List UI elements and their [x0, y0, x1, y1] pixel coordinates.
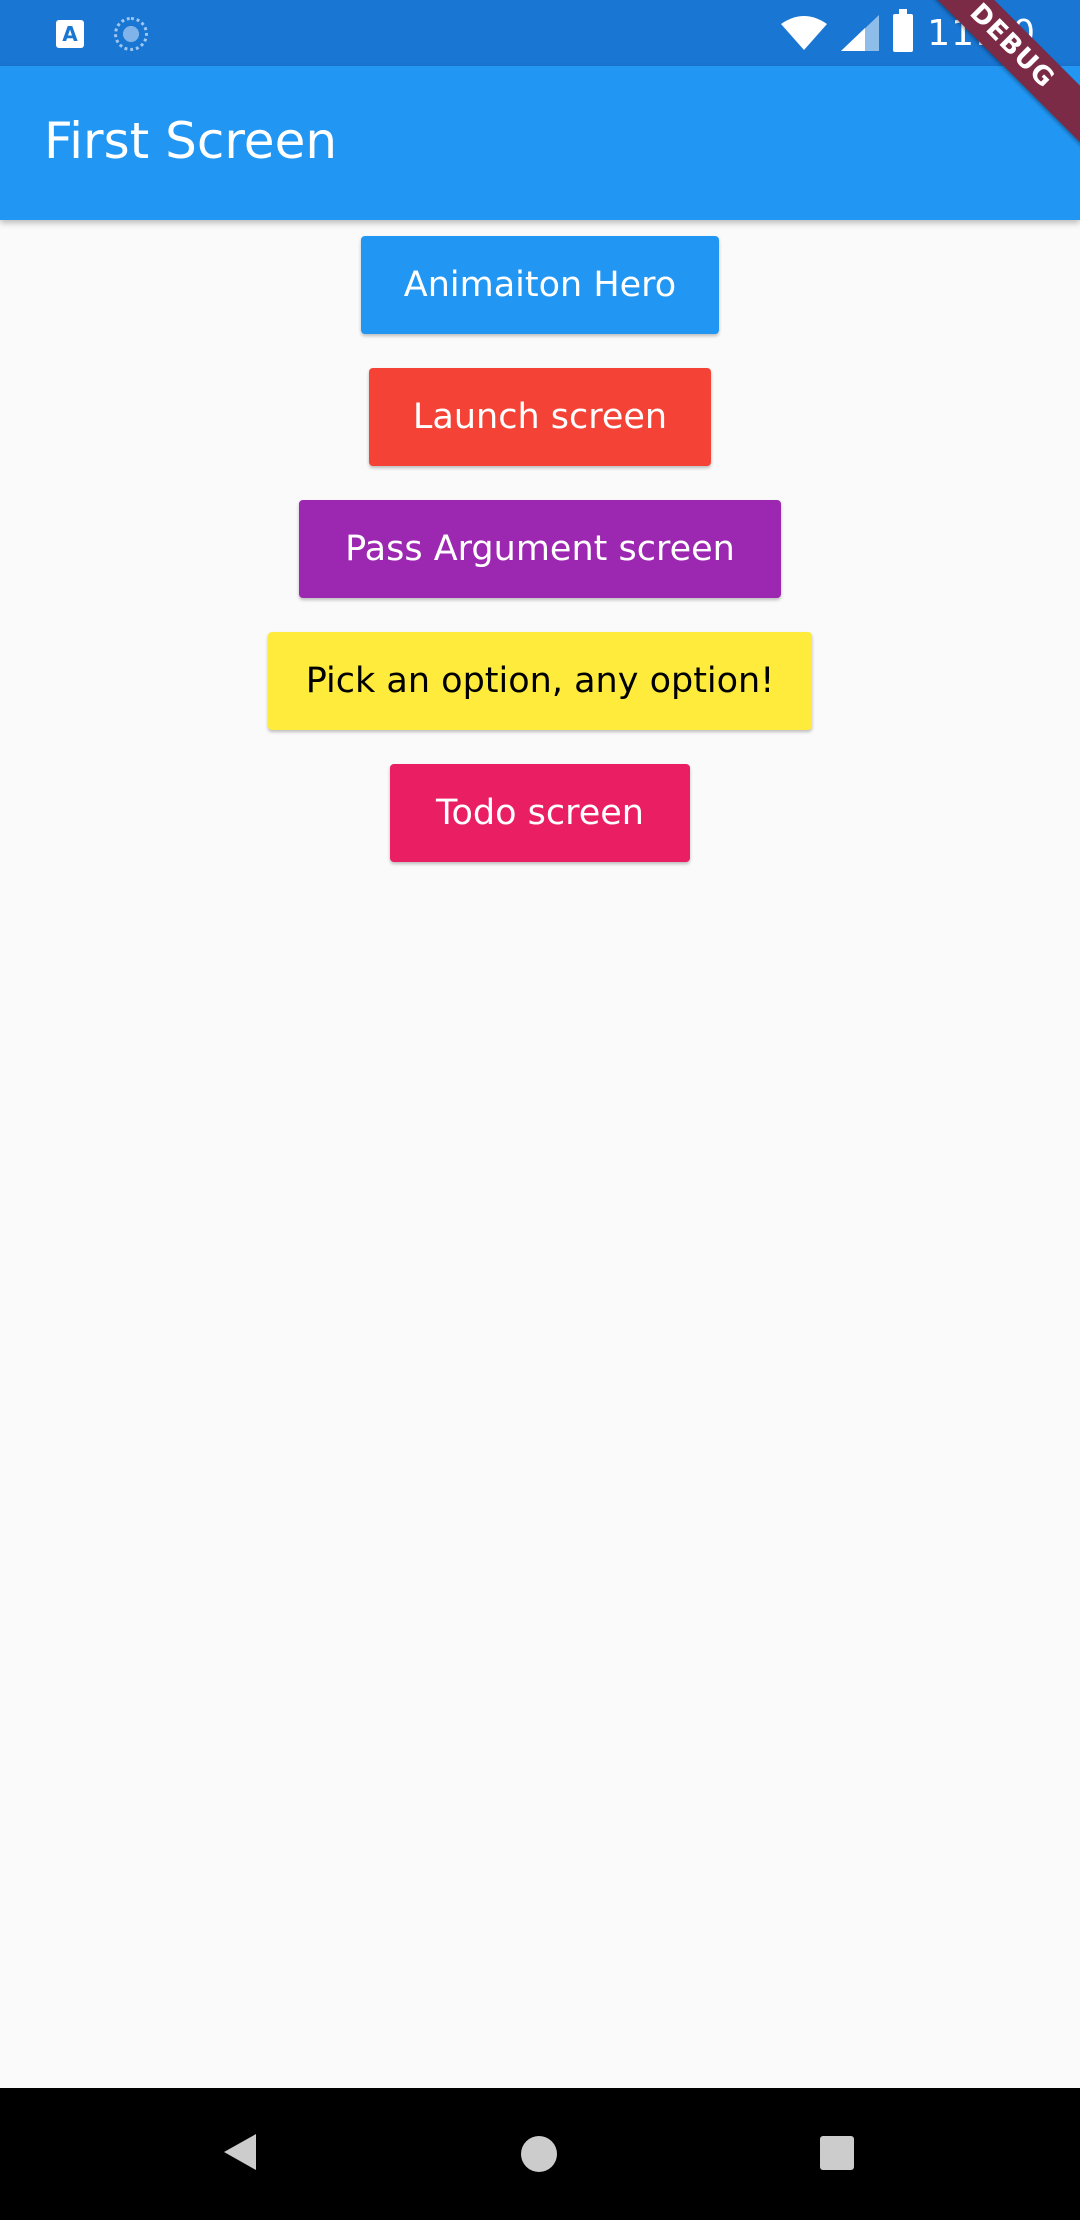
home-icon[interactable]	[521, 2136, 557, 2172]
page-title: First Screen	[44, 112, 338, 170]
notification-icons: A	[56, 17, 148, 51]
launch-screen-button[interactable]: Launch screen	[369, 368, 711, 466]
app-a-icon: A	[56, 20, 84, 48]
battery-icon	[893, 9, 914, 52]
navigation-bar	[0, 2088, 1080, 2220]
cellular-signal-icon	[841, 15, 880, 51]
wifi-icon	[781, 16, 828, 50]
recents-icon[interactable]	[820, 2136, 854, 2170]
status-bar: A 11:10	[0, 0, 1080, 66]
pass-argument-screen-button[interactable]: Pass Argument screen	[299, 500, 781, 598]
sync-icon	[114, 17, 148, 51]
app-bar: First Screen	[0, 66, 1080, 220]
animation-hero-button[interactable]: Animaiton Hero	[361, 236, 719, 334]
screen: A 11:10 First Screen DEBUG Animaiton Her…	[0, 0, 1080, 2220]
back-icon[interactable]	[224, 2134, 256, 2170]
pick-option-button[interactable]: Pick an option, any option!	[268, 632, 812, 730]
todo-screen-button[interactable]: Todo screen	[390, 764, 690, 862]
